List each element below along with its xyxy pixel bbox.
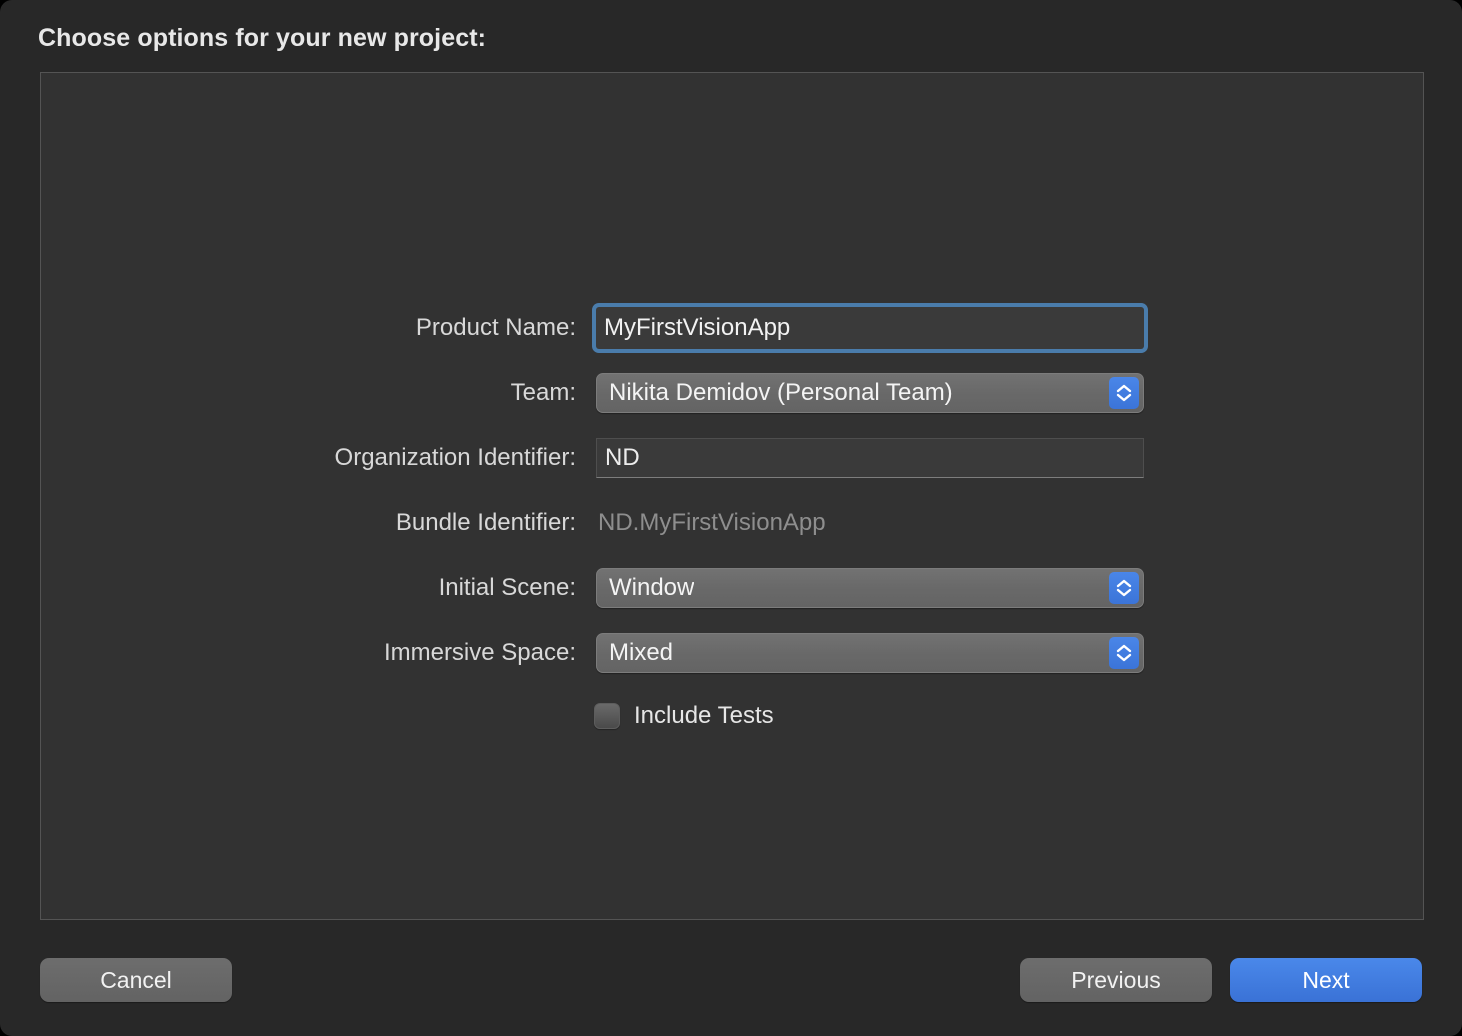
- chevron-up-down-icon[interactable]: [1109, 636, 1139, 669]
- form-row-initial-scene: Initial Scene: Window: [41, 555, 1425, 620]
- form-row-bundle-identifier: Bundle Identifier: ND.MyFirstVisionApp: [41, 490, 1425, 555]
- immersive-space-label: Immersive Space:: [383, 638, 576, 666]
- options-panel: Product Name: MyFirstVisionApp Team: Nik…: [40, 72, 1424, 920]
- cancel-button[interactable]: Cancel: [40, 958, 232, 1002]
- organization-identifier-label: Organization Identifier:: [334, 443, 576, 471]
- chevron-up-down-icon[interactable]: [1109, 376, 1139, 409]
- product-name-label: Product Name:: [415, 313, 576, 341]
- form-row-immersive-space: Immersive Space: Mixed: [41, 620, 1425, 685]
- dialog-footer: Cancel Previous Next: [0, 958, 1462, 1006]
- form-row-product-name: Product Name: MyFirstVisionApp: [41, 295, 1425, 360]
- form-row-include-tests: Include Tests: [41, 685, 1425, 747]
- include-tests-label: Include Tests: [634, 702, 774, 729]
- organization-identifier-control: ND: [596, 437, 1144, 478]
- product-name-value: MyFirstVisionApp: [604, 313, 791, 341]
- chevron-up-down-icon[interactable]: [1109, 571, 1139, 604]
- form-row-team: Team: Nikita Demidov (Personal Team): [41, 360, 1425, 425]
- initial-scene-value: Window: [609, 573, 695, 601]
- next-button[interactable]: Next: [1230, 958, 1422, 1002]
- previous-button[interactable]: Previous: [1020, 958, 1212, 1002]
- immersive-space-select[interactable]: Mixed: [596, 632, 1144, 673]
- immersive-space-control: Mixed: [596, 632, 1144, 673]
- organization-identifier-value: ND: [605, 443, 640, 471]
- bundle-identifier-value: ND.MyFirstVisionApp: [598, 508, 826, 536]
- organization-identifier-input[interactable]: ND: [596, 437, 1144, 478]
- include-tests-checkbox[interactable]: [594, 703, 620, 729]
- product-name-control: MyFirstVisionApp: [596, 306, 1144, 349]
- team-value: Nikita Demidov (Personal Team): [609, 378, 953, 406]
- form-row-organization-identifier: Organization Identifier: ND: [41, 425, 1425, 490]
- team-control: Nikita Demidov (Personal Team): [596, 372, 1144, 413]
- include-tests-checkbox-group[interactable]: Include Tests: [594, 702, 774, 730]
- initial-scene-control: Window: [596, 567, 1144, 608]
- product-name-input[interactable]: MyFirstVisionApp: [596, 306, 1144, 349]
- team-label: Team:: [510, 378, 576, 406]
- team-select[interactable]: Nikita Demidov (Personal Team): [596, 372, 1144, 413]
- initial-scene-label: Initial Scene:: [438, 573, 576, 601]
- dialog-heading: Choose options for your new project:: [38, 24, 487, 52]
- bundle-identifier-control: ND.MyFirstVisionApp: [596, 503, 1144, 543]
- project-options-form: Product Name: MyFirstVisionApp Team: Nik…: [41, 295, 1425, 747]
- initial-scene-select[interactable]: Window: [596, 567, 1144, 608]
- immersive-space-value: Mixed: [609, 638, 674, 666]
- new-project-options-dialog: Choose options for your new project: Pro…: [0, 0, 1462, 1036]
- bundle-identifier-label: Bundle Identifier:: [395, 508, 576, 536]
